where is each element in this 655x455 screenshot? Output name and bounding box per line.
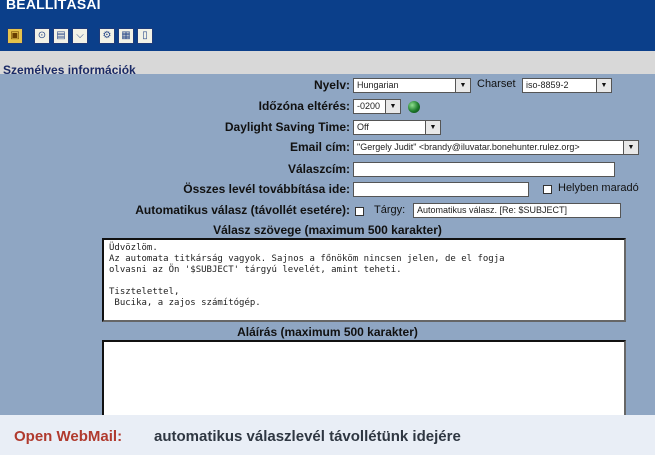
dst-select[interactable]: Off ▼ xyxy=(353,120,441,135)
email-select[interactable]: "Gergely Judit" <brandy@iluvatar.bonehun… xyxy=(353,140,639,155)
subject-label: Tárgy: xyxy=(374,204,406,216)
reply-text-area[interactable]: Üdvözlöm. Az automata titkárság vagyok. S… xyxy=(102,238,626,322)
reply-to-field[interactable] xyxy=(353,162,615,177)
caption-description: automatikus válaszlevél távollétünk idej… xyxy=(154,428,461,445)
reply-to-label: Válaszcím: xyxy=(287,162,350,176)
toolbar-settings-button[interactable]: ⚙ xyxy=(99,28,115,44)
timezone-select[interactable]: -0200 ▼ xyxy=(353,99,401,114)
toolbar: ▣ ⊙ ▤ ⌵ ⚙ ▦ ▯ xyxy=(7,26,153,46)
email-label: Email cím: xyxy=(289,140,350,154)
autoreply-checkbox[interactable] xyxy=(355,207,364,216)
charset-select[interactable]: iso-8859-2 ▼ xyxy=(522,78,612,93)
timezone-label: Időzóna eltérés: xyxy=(258,99,350,113)
toolbar-info-button[interactable]: ▯ xyxy=(137,28,153,44)
caption-brand: Open WebMail: xyxy=(14,428,123,445)
chevron-down-icon: ▼ xyxy=(425,121,440,134)
reply-text-line: Tisztelettel, xyxy=(109,287,180,297)
keep-local-label: Helyben maradó xyxy=(558,182,639,194)
toolbar-folder-button[interactable]: ▣ xyxy=(7,28,23,44)
signature-area[interactable] xyxy=(102,340,626,420)
dst-label: Daylight Saving Time: xyxy=(224,120,350,134)
page-title: BEÁLLÍTÁSAI xyxy=(6,0,101,12)
toolbar-calendar-button[interactable]: ▦ xyxy=(118,28,134,44)
reply-text-line: Bucika, a zajos számítógép. xyxy=(109,298,261,308)
chevron-down-icon: ▼ xyxy=(596,79,611,92)
chevron-down-icon: ▼ xyxy=(455,79,470,92)
autoreply-label: Automatikus válasz (távollét esetére): xyxy=(135,203,350,217)
reply-text-line: olvasni az Ön '$SUBJECT' tárgyú levelét,… xyxy=(109,265,402,275)
toolbar-funnel-button[interactable]: ⌵ xyxy=(72,28,88,44)
reply-text-line: Üdvözlöm. xyxy=(109,243,158,253)
chevron-down-icon: ▼ xyxy=(623,141,638,154)
language-select-value: Hungarian xyxy=(357,80,399,90)
toolbar-filter-button[interactable]: ⊙ xyxy=(34,28,50,44)
timezone-select-value: -0200 xyxy=(357,101,381,111)
globe-icon[interactable] xyxy=(408,101,420,113)
chevron-down-icon: ▼ xyxy=(385,100,400,113)
toolbar-copy-button[interactable]: ▤ xyxy=(53,28,69,44)
app-header: BEÁLLÍTÁSAI ▣ ⊙ ▤ ⌵ ⚙ ▦ ▯ xyxy=(0,0,655,51)
keep-local-checkbox[interactable] xyxy=(543,185,552,194)
settings-panel: Nyelv: Hungarian ▼ Charset iso-8859-2 ▼ … xyxy=(0,74,655,420)
subject-field[interactable]: Automatikus válasz. [Re: $SUBJECT] xyxy=(413,203,621,218)
dst-select-value: Off xyxy=(357,122,369,132)
reply-text-line: Az automata titkárság vagyok. Sajnos a f… xyxy=(109,254,505,264)
forward-field[interactable] xyxy=(353,182,529,197)
charset-select-value: iso-8859-2 xyxy=(526,80,569,90)
language-select[interactable]: Hungarian ▼ xyxy=(353,78,471,93)
signature-label: Aláírás (maximum 500 karakter) xyxy=(237,325,418,339)
reply-text-line xyxy=(109,276,619,287)
language-label: Nyelv: xyxy=(313,78,350,92)
caption: Open WebMail: automatikus válaszlevél tá… xyxy=(0,415,655,455)
forward-label: Összes levél továbbítása ide: xyxy=(183,182,350,196)
email-select-value: "Gergely Judit" <brandy@iluvatar.bonehun… xyxy=(357,142,580,152)
charset-label: Charset xyxy=(477,78,516,90)
reply-text-label: Válasz szövege (maximum 500 karakter) xyxy=(213,223,442,237)
section-header: Személyes információk xyxy=(0,51,655,77)
